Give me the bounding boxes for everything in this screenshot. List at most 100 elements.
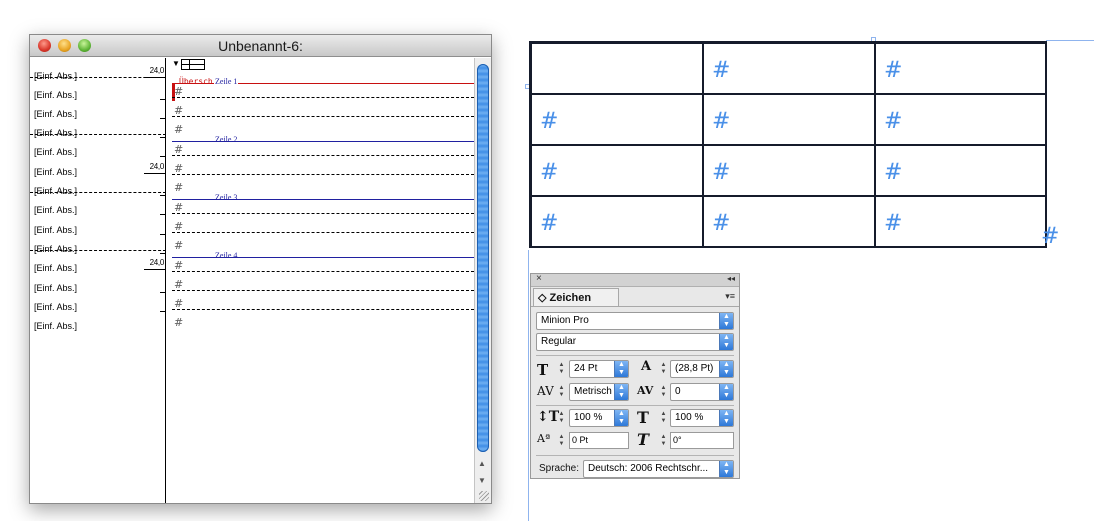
window-titlebar[interactable]: Unbenannt-6: bbox=[30, 35, 491, 57]
cell-hash: # bbox=[540, 109, 559, 134]
cell-hash: # bbox=[174, 123, 184, 136]
scroll-up-arrow-icon[interactable]: ▲ bbox=[478, 459, 486, 468]
cell-entry[interactable]: # bbox=[169, 198, 474, 217]
leading-stepper[interactable]: ▲ ▼ bbox=[659, 362, 668, 376]
size-underline bbox=[144, 269, 166, 270]
cell-hash: # bbox=[884, 58, 903, 83]
paragraph-style-label: [Einf. Abs.] bbox=[34, 244, 78, 254]
gutter-row: [Einf. Abs.] bbox=[30, 297, 166, 316]
cell-entry[interactable]: # bbox=[169, 178, 474, 197]
font-style-select[interactable]: Regular ▲ ▼ bbox=[536, 333, 734, 351]
skew-field[interactable]: 0° bbox=[670, 432, 734, 449]
gutter-tick bbox=[160, 137, 166, 138]
cell-hash: # bbox=[174, 239, 184, 252]
font-family-select[interactable]: Minion Pro ▲ ▼ bbox=[536, 312, 734, 330]
separator bbox=[536, 455, 734, 456]
table-cell[interactable]: # bbox=[875, 196, 1047, 247]
story-text-area[interactable]: ▼ Überschr. Zeile 1 Zeile 2 Zeile 3 Zeil… bbox=[169, 58, 474, 503]
cell-entry[interactable]: # bbox=[169, 101, 474, 120]
gutter-tick bbox=[160, 214, 166, 215]
separator bbox=[536, 355, 734, 356]
table-cell[interactable]: # bbox=[703, 145, 875, 196]
cell-entry[interactable]: # bbox=[169, 120, 474, 139]
table-cell[interactable]: # bbox=[875, 94, 1047, 145]
point-size-label: 24,0 bbox=[149, 258, 165, 267]
language-select[interactable]: Deutsch: 2006 Rechtschr... ▲ ▼ bbox=[583, 460, 734, 478]
table-cell[interactable]: # bbox=[703, 94, 875, 145]
point-size-label: 24,0 bbox=[149, 66, 165, 75]
paragraph-style-label: [Einf. Abs.] bbox=[34, 321, 78, 331]
tab-zeichen[interactable]: ◇ Zeichen bbox=[533, 288, 619, 306]
cell-entry[interactable]: # bbox=[169, 217, 474, 236]
vertical-scale-value: 100 % bbox=[574, 412, 603, 423]
tab-label: Zeichen bbox=[549, 292, 592, 304]
kerning-field[interactable]: Metrisch ▲ ▼ bbox=[569, 383, 629, 401]
language-label: Sprache: bbox=[539, 463, 580, 474]
leading-field[interactable]: (28,8 Pt) ▲ ▼ bbox=[670, 360, 734, 378]
gutter-tick bbox=[160, 292, 166, 293]
gutter-tick bbox=[160, 234, 166, 235]
gutter-tick bbox=[160, 156, 166, 157]
table-cell[interactable]: # bbox=[531, 94, 703, 145]
panel-titlebar[interactable]: × ◂◂ bbox=[531, 273, 739, 287]
cell-entry[interactable]: # bbox=[169, 236, 474, 255]
font-size-field[interactable]: 24 Pt ▲ ▼ bbox=[569, 360, 629, 378]
gutter-row: [Einf. Abs.] 24,0 bbox=[30, 162, 166, 181]
scroll-down-arrow-icon[interactable]: ▼ bbox=[478, 476, 486, 485]
font-style-value: Regular bbox=[541, 336, 577, 347]
cell-hash: # bbox=[540, 211, 559, 236]
table-cell[interactable]: # bbox=[875, 43, 1047, 94]
resize-grip-icon[interactable] bbox=[479, 491, 489, 501]
table-cell[interactable]: # bbox=[875, 145, 1047, 196]
cell-entry[interactable]: # bbox=[169, 159, 474, 178]
paragraph-style-label: [Einf. Abs.] bbox=[34, 225, 78, 235]
gutter-row: [Einf. Abs.] bbox=[30, 142, 166, 161]
font-size-value: 24 Pt bbox=[574, 363, 598, 374]
collapse-panel-icon[interactable]: ◂◂ bbox=[727, 274, 735, 283]
vertical-scale-icon: ↕T bbox=[537, 409, 560, 425]
cell-entry[interactable]: # bbox=[169, 82, 474, 101]
size-stepper[interactable]: ▲ ▼ bbox=[557, 362, 566, 376]
leading-value: (28,8 Pt) bbox=[675, 363, 714, 374]
gutter-tick bbox=[160, 118, 166, 119]
cell-entry[interactable]: # bbox=[169, 313, 474, 332]
cell-entry[interactable]: # bbox=[169, 256, 474, 275]
paragraph-style-label: [Einf. Abs.] bbox=[34, 147, 78, 157]
horizontal-scale-field[interactable]: 100 % ▲ ▼ bbox=[670, 409, 734, 427]
cell-entry[interactable]: # bbox=[169, 275, 474, 294]
gutter-row: [Einf. Abs.] bbox=[30, 316, 166, 335]
skew-stepper[interactable]: ▲ ▼ bbox=[659, 434, 668, 448]
tracking-stepper[interactable]: ▲ ▼ bbox=[659, 385, 668, 399]
scroll-thumb[interactable] bbox=[477, 64, 489, 452]
table-cell[interactable]: # bbox=[531, 145, 703, 196]
kerning-stepper[interactable]: ▲ ▼ bbox=[557, 385, 566, 399]
baseline-shift-stepper[interactable]: ▲ ▼ bbox=[557, 434, 566, 448]
close-icon[interactable]: × bbox=[536, 273, 542, 284]
table-cell[interactable]: # bbox=[703, 196, 875, 247]
leading-icon: A bbox=[641, 359, 652, 374]
cell-entry[interactable]: # bbox=[169, 294, 474, 313]
table-collapse-triangle-icon[interactable]: ▼ bbox=[172, 59, 180, 68]
table-cell[interactable] bbox=[531, 43, 703, 94]
kerning-value: Metrisch bbox=[574, 386, 612, 397]
cell-hash: # bbox=[174, 316, 184, 329]
kerning-icon: AV bbox=[537, 384, 554, 398]
table-cell[interactable]: # bbox=[531, 196, 703, 247]
vertical-scale-stepper[interactable]: ▲ ▼ bbox=[557, 411, 566, 425]
tracking-field[interactable]: 0 ▲ ▼ bbox=[670, 383, 734, 401]
paragraph-style-label: [Einf. Abs.] bbox=[34, 167, 78, 177]
cell-hash: # bbox=[712, 160, 731, 185]
vertical-scale-field[interactable]: 100 % ▲ ▼ bbox=[569, 409, 629, 427]
gutter-row: [Einf. Abs.] bbox=[30, 239, 166, 258]
baseline-shift-field[interactable]: 0 Pt bbox=[569, 432, 629, 449]
cell-entry[interactable]: # bbox=[169, 140, 474, 159]
vertical-scrollbar[interactable]: ▲ ▼ bbox=[474, 58, 491, 503]
panel-menu-icon[interactable]: ▾≡ bbox=[725, 291, 735, 302]
table-cell[interactable]: # bbox=[703, 43, 875, 94]
cell-hash: # bbox=[174, 181, 184, 194]
document-table[interactable]: # # # # # # # # # # # bbox=[529, 41, 1047, 248]
paragraph-style-label: [Einf. Abs.] bbox=[34, 71, 78, 81]
tracking-value: 0 bbox=[675, 386, 681, 397]
gutter-row: [Einf. Abs.] bbox=[30, 278, 166, 297]
horizontal-scale-stepper[interactable]: ▲ ▼ bbox=[659, 411, 668, 425]
